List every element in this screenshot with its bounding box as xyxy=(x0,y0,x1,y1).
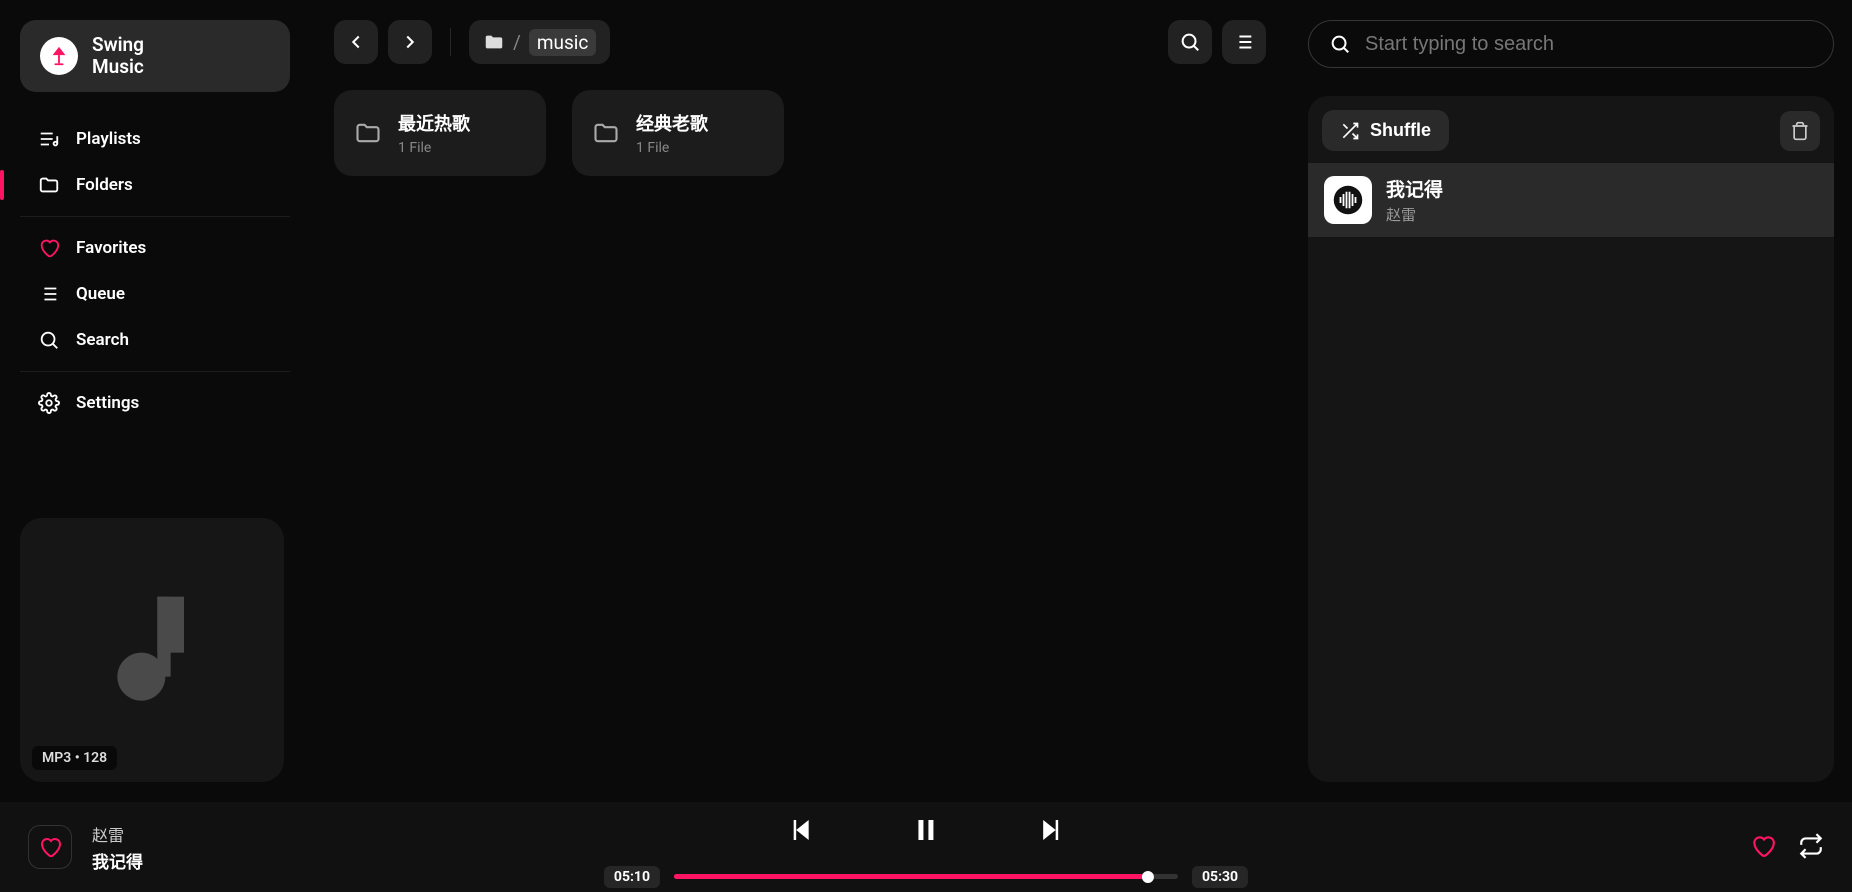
repeat-button[interactable] xyxy=(1798,833,1824,862)
like-button[interactable] xyxy=(1750,833,1776,862)
progress-bar[interactable] xyxy=(674,874,1178,879)
divider xyxy=(20,371,290,372)
queue-item[interactable]: 我记得 赵雷 xyxy=(1308,163,1834,237)
folder-card[interactable]: 经典老歌 1 File xyxy=(572,90,784,176)
queue-item-cover xyxy=(1324,176,1372,224)
shuffle-label: Shuffle xyxy=(1370,120,1431,141)
queue-item-title: 我记得 xyxy=(1386,175,1443,202)
folder-name: 经典老歌 xyxy=(636,110,708,136)
queue-panel: Shuffle 我记得 赵雷 xyxy=(1308,96,1834,782)
brand-logo-icon xyxy=(40,37,78,75)
heart-icon xyxy=(38,835,62,859)
sidebar-item-label: Folders xyxy=(76,175,133,195)
nav-forward-button[interactable] xyxy=(388,20,432,64)
player-right-controls xyxy=(1750,833,1824,862)
sidebar-item-label: Settings xyxy=(76,393,139,413)
now-playing-album-art[interactable]: MP3 • 128 xyxy=(20,518,284,782)
playlist-icon xyxy=(38,128,60,150)
waveform-icon xyxy=(1333,185,1363,215)
folder-icon xyxy=(354,119,382,147)
heart-icon xyxy=(1750,833,1776,859)
folder-card[interactable]: 最近热歌 1 File xyxy=(334,90,546,176)
breadcrumb[interactable]: / music xyxy=(469,20,610,64)
brand-logo[interactable]: SwingMusic xyxy=(20,20,290,92)
topbar: / music xyxy=(334,20,1266,64)
right-pane: Shuffle 我记得 赵雷 xyxy=(1290,0,1852,802)
global-search[interactable] xyxy=(1308,20,1834,68)
sidebar-item-queue[interactable]: Queue xyxy=(20,271,290,317)
folder-search-button[interactable] xyxy=(1168,20,1212,64)
folder-grid: 最近热歌 1 File 经典老歌 1 File xyxy=(334,90,1266,176)
divider xyxy=(20,216,290,217)
gear-icon xyxy=(38,392,60,414)
folder-icon xyxy=(38,174,60,196)
time-elapsed: 05:10 xyxy=(604,866,660,888)
queue-header: Shuffle xyxy=(1308,110,1834,163)
audio-format-badge: MP3 • 128 xyxy=(32,746,117,770)
folder-icon xyxy=(592,119,620,147)
folder-name: 最近热歌 xyxy=(398,110,470,136)
main-content: / music 最近热歌 1 File 经典老歌 1 File xyxy=(310,0,1290,802)
previous-track-button[interactable] xyxy=(777,807,823,856)
trash-icon xyxy=(1790,121,1810,141)
sidebar: SwingMusic Playlists Folders Favorites Q… xyxy=(0,0,310,802)
folder-filecount: 1 File xyxy=(398,140,470,156)
sidebar-item-search[interactable]: Search xyxy=(20,317,290,363)
player-bar: 赵雷 我记得 05:10 05:30 xyxy=(0,802,1852,892)
sidebar-item-label: Playlists xyxy=(76,129,141,149)
sidebar-item-folders[interactable]: Folders xyxy=(20,162,290,208)
sidebar-item-label: Queue xyxy=(76,284,125,304)
sidebar-item-label: Search xyxy=(76,330,129,350)
now-playing-info[interactable]: 赵雷 我记得 xyxy=(92,822,143,873)
sidebar-item-settings[interactable]: Settings xyxy=(20,380,290,426)
folder-filecount: 1 File xyxy=(636,140,708,156)
music-note-icon xyxy=(112,595,192,705)
search-input[interactable] xyxy=(1365,33,1813,56)
now-playing-title: 我记得 xyxy=(92,848,143,873)
queue-item-artist: 赵雷 xyxy=(1386,204,1443,225)
folder-icon xyxy=(483,31,505,53)
shuffle-button[interactable]: Shuffle xyxy=(1322,110,1449,151)
view-list-button[interactable] xyxy=(1222,20,1266,64)
repeat-icon xyxy=(1798,833,1824,859)
divider xyxy=(450,28,451,56)
queue-icon xyxy=(38,283,60,305)
brand-name: SwingMusic xyxy=(92,34,144,78)
heart-icon xyxy=(38,237,60,259)
now-playing-artist: 赵雷 xyxy=(92,822,143,846)
search-icon xyxy=(38,329,60,351)
clear-queue-button[interactable] xyxy=(1780,111,1820,151)
player-controls: 05:10 05:30 xyxy=(604,807,1248,888)
progress-thumb[interactable] xyxy=(1142,871,1154,883)
search-icon xyxy=(1329,33,1351,55)
sidebar-item-label: Favorites xyxy=(76,238,146,258)
shuffle-icon xyxy=(1340,121,1360,141)
progress-fill xyxy=(674,874,1148,879)
sidebar-item-favorites[interactable]: Favorites xyxy=(20,225,290,271)
next-track-button[interactable] xyxy=(1029,807,1075,856)
play-pause-button[interactable] xyxy=(903,807,949,856)
sidebar-item-playlists[interactable]: Playlists xyxy=(20,116,290,162)
time-total: 05:30 xyxy=(1192,866,1248,888)
favorite-button[interactable] xyxy=(28,825,72,869)
breadcrumb-separator: / xyxy=(513,31,521,54)
nav-back-button[interactable] xyxy=(334,20,378,64)
breadcrumb-current: music xyxy=(529,29,597,56)
